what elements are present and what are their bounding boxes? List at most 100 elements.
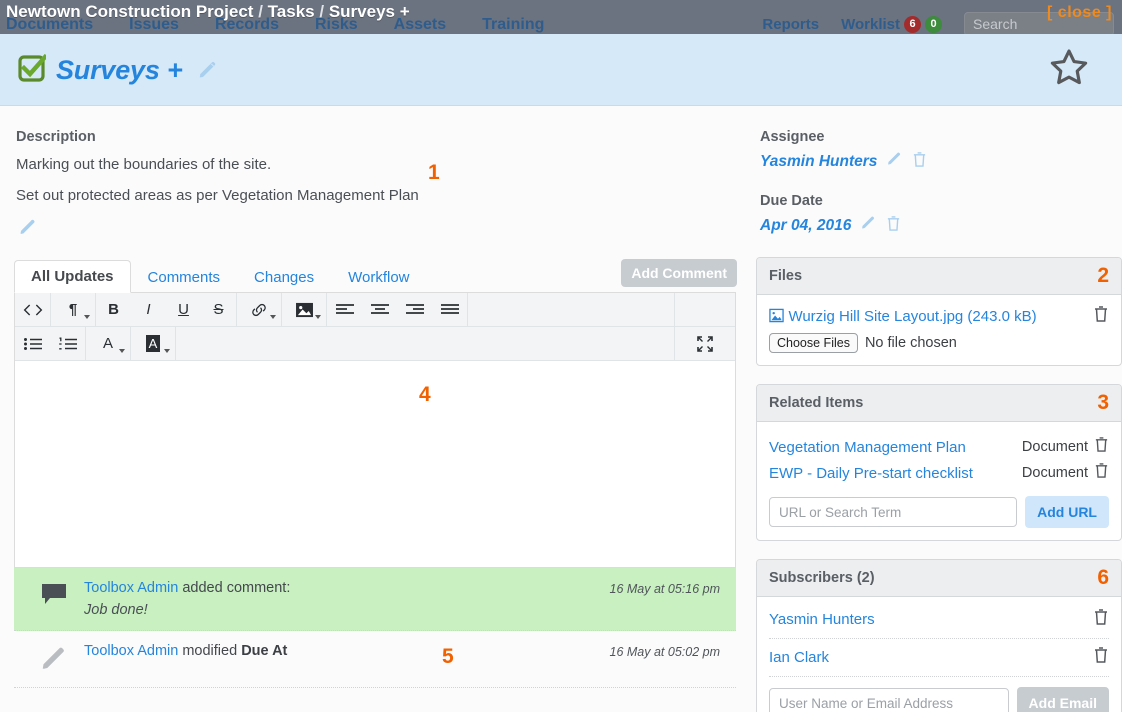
activity-row: Toolbox Admin added comment: Job done! 1… [14,568,736,631]
fullscreen-icon[interactable] [675,327,735,360]
annotation-1: 1 [428,161,440,184]
assignee-section: Assignee Yasmin Hunters [756,107,1122,173]
page-title: Surveys + [56,54,183,85]
activity-user[interactable]: Toolbox Admin [84,580,178,596]
bold-icon[interactable]: B [96,293,131,326]
activity-field: Due At [241,643,288,659]
top-bar: Documents Issues Records Risks Assets Tr… [0,0,1122,34]
tab-all-updates[interactable]: All Updates [14,260,131,293]
subscriber-row: Ian Clark [769,639,1109,677]
subscriber-link[interactable]: Yasmin Hunters [769,611,875,628]
favorite-star-icon[interactable] [1048,46,1090,93]
due-date-value[interactable]: Apr 04, 2016 [760,217,851,235]
due-date-section: Due Date Apr 04, 2016 [756,193,1122,237]
subscriber-input[interactable] [769,688,1009,712]
edit-title-pencil-icon[interactable] [197,60,217,80]
highlight-color-icon[interactable]: A [131,327,175,360]
sidebar: Assignee Yasmin Hunters Due Date Apr 04,… [756,107,1122,712]
tab-comments[interactable]: Comments [131,261,238,293]
edit-due-date-pencil-icon[interactable] [860,215,877,237]
annotation-6: 6 [1097,566,1109,589]
editor-toolbar-row-1: ¶ B I U S [15,293,735,327]
tab-workflow[interactable]: Workflow [331,261,426,293]
numbered-list-icon[interactable] [50,327,85,360]
delete-file-trash-icon[interactable] [1093,305,1109,328]
close-link[interactable]: [ close ] [1047,4,1112,22]
delete-subscriber-trash-icon[interactable] [1093,608,1109,631]
file-row: Wurzig Hill Site Layout.jpg (243.0 kB) [769,305,1109,328]
italic-icon[interactable]: I [131,293,166,326]
align-left-icon[interactable] [327,293,362,326]
description-section: Description Marking out the boundaries o… [0,107,750,243]
delete-related-item-trash-icon[interactable] [1094,436,1109,458]
worklist-badge-red: 6 [904,16,921,33]
align-justify-icon[interactable] [432,293,467,326]
subscribers-panel: Subscribers (2) 6 Yasmin Hunters Ian Cla… [756,559,1122,712]
paragraph-icon[interactable]: ¶ [51,293,95,326]
edit-description-pencil-icon[interactable] [18,218,38,243]
files-panel: Files 2 Wurzig Hill Site Layout.jpg (243… [756,257,1122,366]
strikethrough-icon[interactable]: S [201,293,236,326]
content-area: Description Marking out the boundaries o… [0,107,1122,712]
delete-due-date-trash-icon[interactable] [886,215,901,237]
comment-editor: Add Comment ¶ B I U S A A 4 [14,259,737,568]
due-date-label: Due Date [760,193,823,209]
related-item-link[interactable]: Vegetation Management Plan [769,439,966,456]
activity-timestamp: 16 May at 05:16 pm [609,582,720,596]
choose-files-button[interactable]: Choose Files [769,333,858,353]
related-item-link[interactable]: EWP - Daily Pre-start checklist [769,465,973,482]
subscriber-link[interactable]: Ian Clark [769,649,829,666]
add-email-button[interactable]: Add Email [1016,687,1109,712]
underline-icon[interactable]: U [166,293,201,326]
tab-changes[interactable]: Changes [237,261,331,293]
image-file-icon [769,308,788,325]
nav-item-training[interactable]: Training [482,12,544,34]
worklist-label: Worklist [841,16,900,33]
activity-action: added comment: [178,580,291,596]
delete-assignee-trash-icon[interactable] [912,151,927,173]
breadcrumb-item-project[interactable]: Newtown Construction Project [6,2,253,21]
related-item-row: Vegetation Management Plan Document [769,434,1109,460]
subscriber-row: Yasmin Hunters [769,601,1109,639]
breadcrumb-separator: / [258,2,263,21]
nav-item-worklist[interactable]: Worklist 6 0 [841,12,942,34]
comment-bubble-icon [24,580,84,618]
worklist-badge-green: 0 [925,16,942,33]
comment-textarea[interactable]: 4 [15,361,735,567]
code-icon[interactable] [15,293,50,326]
description-paragraph: Set out protected areas as per Vegetatio… [16,187,419,204]
add-comment-button[interactable]: Add Comment [621,259,737,287]
related-items-panel-title: Related Items [769,395,864,411]
activity-body: Job done! [84,602,148,618]
activity-feed: Toolbox Admin added comment: Job done! 1… [14,568,736,688]
annotation-4: 4 [419,383,431,406]
text-color-icon[interactable]: A [86,327,130,360]
image-icon[interactable] [282,293,326,326]
add-url-button[interactable]: Add URL [1025,496,1109,528]
files-panel-title: Files [769,268,803,284]
assignee-label: Assignee [760,129,825,145]
breadcrumb-item-current: Surveys + [328,2,410,21]
editor-toolbar-row-2: A A [15,327,735,361]
link-icon[interactable] [237,293,281,326]
activity-user[interactable]: Toolbox Admin [84,643,178,659]
file-link[interactable]: Wurzig Hill Site Layout.jpg (243.0 kB) [788,308,1036,325]
activity-row: Toolbox Admin modified Due At 5 16 May a… [14,631,736,688]
subscribers-panel-title: Subscribers (2) [769,570,875,586]
no-file-chosen-label: No file chosen [864,335,957,351]
bullet-list-icon[interactable] [15,327,50,360]
nav-item-reports[interactable]: Reports [762,12,819,34]
annotation-2: 2 [1097,264,1109,287]
file-upload-input[interactable]: Choose Files No file chosen [769,333,1109,353]
align-right-icon[interactable] [397,293,432,326]
related-item-type: Document [1021,465,1088,481]
assignee-value[interactable]: Yasmin Hunters [760,153,877,171]
delete-related-item-trash-icon[interactable] [1094,462,1109,484]
activity-action: modified [178,643,242,659]
breadcrumb-item-tasks[interactable]: Tasks [268,2,315,21]
edit-assignee-pencil-icon[interactable] [886,151,903,173]
related-item-input[interactable] [769,497,1018,527]
delete-subscriber-trash-icon[interactable] [1093,646,1109,669]
align-center-icon[interactable] [362,293,397,326]
activity-timestamp: 16 May at 05:02 pm [609,645,720,659]
